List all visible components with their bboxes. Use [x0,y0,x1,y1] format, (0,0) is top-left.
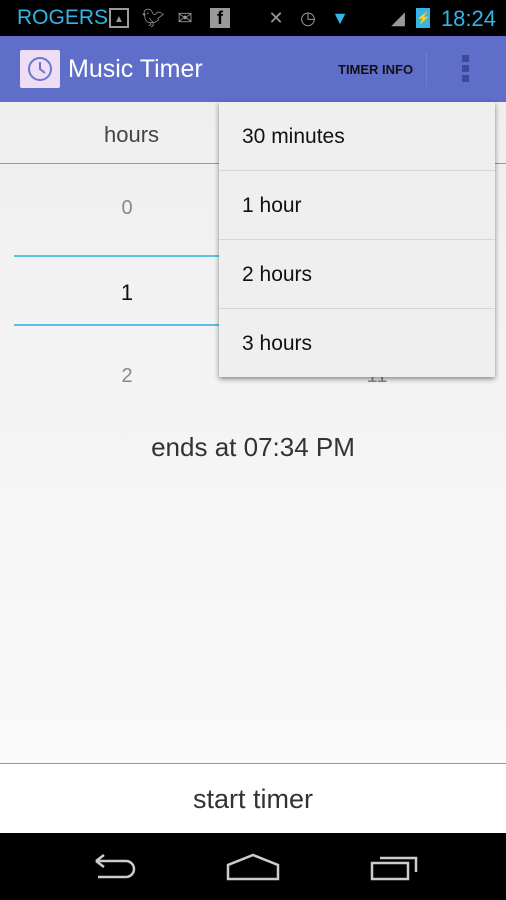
app-clock-icon[interactable] [20,50,60,88]
alarm-icon: ◷ [300,8,316,28]
action-bar: Music Timer TIMER INFO [0,36,506,102]
clock: 18:24 [440,6,496,31]
overflow-menu-icon[interactable] [462,55,470,85]
home-icon[interactable] [226,853,280,881]
image-icon: ▲ [109,8,129,28]
hour-selected[interactable]: 1 [107,280,147,306]
signal-icon: ◢ [391,8,405,28]
start-timer-button[interactable]: start timer [0,763,506,833]
hours-label: hours [104,122,160,147]
app-title: Music Timer [68,55,203,83]
wifi-icon: ▼ [331,8,349,28]
gmail-icon: ✉ [177,8,193,28]
divider [426,52,427,86]
ends-at-label: ends at 07:34 PM [151,432,355,462]
menu-item-2-hours[interactable]: 2 hours [219,240,495,309]
status-bar: ROGERS ▲ 🐦︎ ✉ f ✕ ◷ ▼ ◢ ⚡ 18:24 [0,0,506,36]
selector-line-bottom [14,324,224,326]
battery-charging-icon: ⚡ [416,8,431,28]
hour-option[interactable]: 2 [107,365,147,388]
back-icon[interactable] [88,853,136,879]
hour-option[interactable]: 0 [107,197,147,220]
selector-line-top [14,255,224,257]
menu-item-1-hour[interactable]: 1 hour [219,171,495,240]
menu-item-30-minutes[interactable]: 30 minutes [219,102,495,171]
carrier-label: ROGERS [17,6,109,29]
recent-apps-icon[interactable] [370,853,420,881]
twitter-icon: 🐦︎ [142,8,165,28]
timer-info-button[interactable]: TIMER INFO [338,62,413,77]
navigation-bar [0,833,506,900]
facebook-icon: f [210,8,230,28]
mute-icon: ✕ [268,8,284,28]
start-timer-label: start timer [192,784,313,814]
menu-item-3-hours[interactable]: 3 hours [219,309,495,378]
timer-preset-menu: 30 minutes 1 hour 2 hours 3 hours [219,102,495,377]
